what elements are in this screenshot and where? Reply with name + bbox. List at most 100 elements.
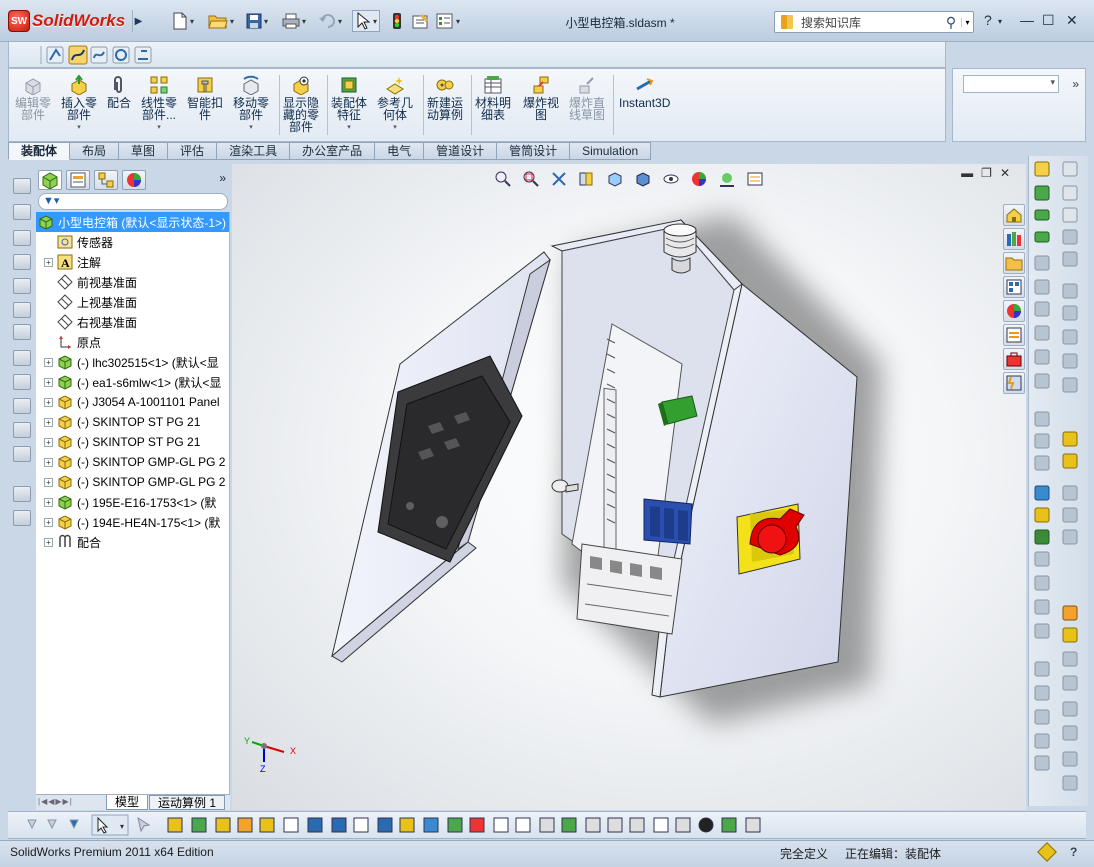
save-button[interactable]: ▾ xyxy=(246,11,268,31)
tool-extrude-icon[interactable] xyxy=(13,204,31,220)
tool-cut-icon[interactable] xyxy=(13,230,31,246)
expand-toggle-icon[interactable]: + xyxy=(44,417,53,427)
tab-model[interactable]: 模型 xyxy=(106,795,149,810)
help-dropdown-icon[interactable]: ▾ xyxy=(998,17,1002,26)
expand-toggle-icon[interactable]: + xyxy=(44,517,53,527)
tree-item[interactable]: 右视基准面 xyxy=(44,312,137,332)
tree-item[interactable]: + (-) J3054 A-1001101 Panel xyxy=(44,392,220,412)
cmd-mate[interactable]: 配合 xyxy=(107,75,131,109)
status-help-icon[interactable]: ? xyxy=(1070,845,1077,859)
tree-item[interactable]: + (-) SKINTOP GMP-GL PG 2 xyxy=(44,472,225,492)
maximize-button[interactable]: ☐ xyxy=(1042,12,1055,29)
options-button[interactable]: ▾ xyxy=(436,11,460,31)
select-button[interactable]: ▾ xyxy=(352,10,381,32)
cmd-explode-line-sketch[interactable]: 爆炸直 线草图 xyxy=(569,75,605,121)
graphics-viewport[interactable]: ▬❐✕ X Y Z xyxy=(232,164,1026,810)
tab-nav-arrows-icon[interactable]: |◀◀▶▶| xyxy=(38,797,73,806)
rebuild-status-icon[interactable] xyxy=(1037,842,1057,862)
expand-toggle-icon[interactable]: + xyxy=(44,397,53,407)
tab-assembly[interactable]: 装配体 xyxy=(8,142,71,160)
tree-item[interactable]: + A 注解 xyxy=(44,252,101,272)
tree-root-assembly[interactable]: 小型电控箱 (默认<显示状态-1>) xyxy=(36,212,229,232)
tool-shell-icon[interactable] xyxy=(13,324,31,340)
tool-revolve-icon[interactable] xyxy=(13,254,31,270)
tab-layout[interactable]: 布局 xyxy=(70,142,120,160)
cmd-new-motion-study[interactable]: 新建运 动算例 xyxy=(427,75,463,121)
tab-sketch[interactable]: 草图 xyxy=(119,142,169,160)
rebuild-button[interactable] xyxy=(392,11,402,31)
cmd-move-component[interactable]: 移动零 部件 ▾ xyxy=(233,75,269,134)
tool-sweep-icon[interactable] xyxy=(13,278,31,294)
appearances-tab[interactable] xyxy=(1003,300,1025,322)
more-chevron-icon[interactable]: » xyxy=(219,171,226,185)
tool-box-icon[interactable] xyxy=(13,178,31,194)
tab-render-tools[interactable]: 渲染工具 xyxy=(217,142,291,160)
tab-piping[interactable]: 管道设计 xyxy=(424,142,498,160)
tree-item[interactable]: 前视基准面 xyxy=(44,272,137,292)
tab-office-products[interactable]: 办公室产品 xyxy=(290,142,376,160)
cmd-show-hidden-components[interactable]: 显示隐 藏的零 部件 xyxy=(283,75,319,133)
cmd-reference-geometry[interactable]: 参考几 何体 ▾ xyxy=(377,75,413,134)
tab-evaluate[interactable]: 评估 xyxy=(168,142,218,160)
solidworks-logo[interactable]: SW SolidWorks xyxy=(8,10,125,32)
expand-toggle-icon[interactable]: + xyxy=(44,477,53,487)
search-dropdown-icon[interactable]: ▾ xyxy=(961,17,973,27)
tab-propertymanager[interactable] xyxy=(66,170,90,190)
toolbox-tab[interactable] xyxy=(1003,348,1025,370)
expand-toggle-icon[interactable]: + xyxy=(44,377,53,387)
close-button[interactable]: ✕ xyxy=(1066,12,1078,29)
knowledge-search-input[interactable]: 搜索知识库 ⚲ ▾ xyxy=(774,11,974,33)
tool-chamfer-icon[interactable] xyxy=(13,374,31,390)
undo-button[interactable]: ▾ xyxy=(318,11,342,31)
solidworks-resources-tab[interactable] xyxy=(1003,204,1025,226)
tab-configurationmanager[interactable] xyxy=(94,170,118,190)
tree-item[interactable]: + (-) SKINTOP GMP-GL PG 2 xyxy=(44,452,225,472)
tree-item[interactable]: + (-) 194E-HE4N-175<1> (默 xyxy=(44,512,220,532)
expand-toggle-icon[interactable]: + xyxy=(44,437,53,447)
cmd-assembly-features[interactable]: 装配体 特征 ▾ xyxy=(331,75,367,134)
cmd-insert-component[interactable]: 插入零 部件 ▾ xyxy=(61,75,97,134)
tree-item[interactable]: + (-) SKINTOP ST PG 21 xyxy=(44,412,200,432)
cmd-linear-pattern[interactable]: 线性零 部件... ▾ xyxy=(141,75,177,134)
tree-item[interactable]: + (-) ea1-s6mlw<1> (默认<显 xyxy=(44,372,221,392)
design-library-tab[interactable] xyxy=(1003,228,1025,250)
expand-toggle-icon[interactable]: + xyxy=(44,257,53,267)
expand-toggle-icon[interactable]: + xyxy=(44,457,53,467)
more-chevron-icon[interactable]: » xyxy=(1072,77,1079,91)
minimize-button[interactable]: — xyxy=(1020,12,1034,28)
cmd-bill-of-materials[interactable]: 材料明 细表 xyxy=(475,75,511,121)
tool-sheetmetal-icon[interactable] xyxy=(13,486,31,502)
tool-loft-icon[interactable] xyxy=(13,302,31,318)
tree-item[interactable]: + (-) SKINTOP ST PG 21 xyxy=(44,432,200,452)
tab-displaymanager[interactable] xyxy=(122,170,146,190)
tab-motion-study-1[interactable]: 运动算例 1 xyxy=(149,795,226,810)
search-icon[interactable]: ⚲ xyxy=(941,14,961,31)
tab-featuremanager[interactable] xyxy=(38,170,62,190)
cmd-smart-fasteners[interactable]: 智能扣 件 xyxy=(187,75,223,121)
tab-electrical[interactable]: 电气 xyxy=(375,142,425,160)
help-button[interactable]: ? xyxy=(984,12,992,28)
file-properties-button[interactable] xyxy=(412,11,430,31)
expand-toggle-icon[interactable]: + xyxy=(44,357,53,367)
tree-item[interactable]: + (-) 195E-E16-1753<1> (默 xyxy=(44,492,216,512)
expand-toggle-icon[interactable]: + xyxy=(44,537,53,547)
tree-item[interactable]: 上视基准面 xyxy=(44,292,137,312)
print-button[interactable]: ▾ xyxy=(282,11,306,31)
tool-rib-icon[interactable] xyxy=(13,398,31,414)
tree-filter-input[interactable]: ▼▾ xyxy=(38,193,228,210)
file-explorer-tab[interactable] xyxy=(1003,252,1025,274)
tab-simulation[interactable]: Simulation xyxy=(570,142,652,160)
cmd-exploded-view[interactable]: 爆炸视 图 xyxy=(523,75,559,121)
tree-item[interactable]: 传感器 xyxy=(44,232,113,252)
tool-weldment-icon[interactable] xyxy=(13,510,31,526)
tree-item[interactable]: 原点 xyxy=(44,332,101,352)
view-palette-tab[interactable] xyxy=(1003,276,1025,298)
custom-properties-tab[interactable] xyxy=(1003,324,1025,346)
open-button[interactable]: ▾ xyxy=(208,11,234,31)
cmd-edit-component[interactable]: 编辑零 部件 xyxy=(15,75,51,121)
tree-item[interactable]: + 配合 xyxy=(44,532,101,552)
expand-toggle-icon[interactable]: + xyxy=(44,497,53,507)
tree-item[interactable]: + (-) lhc302515<1> (默认<显 xyxy=(44,352,219,372)
tool-mirror-icon[interactable] xyxy=(13,446,31,462)
configuration-dropdown[interactable] xyxy=(963,75,1059,93)
